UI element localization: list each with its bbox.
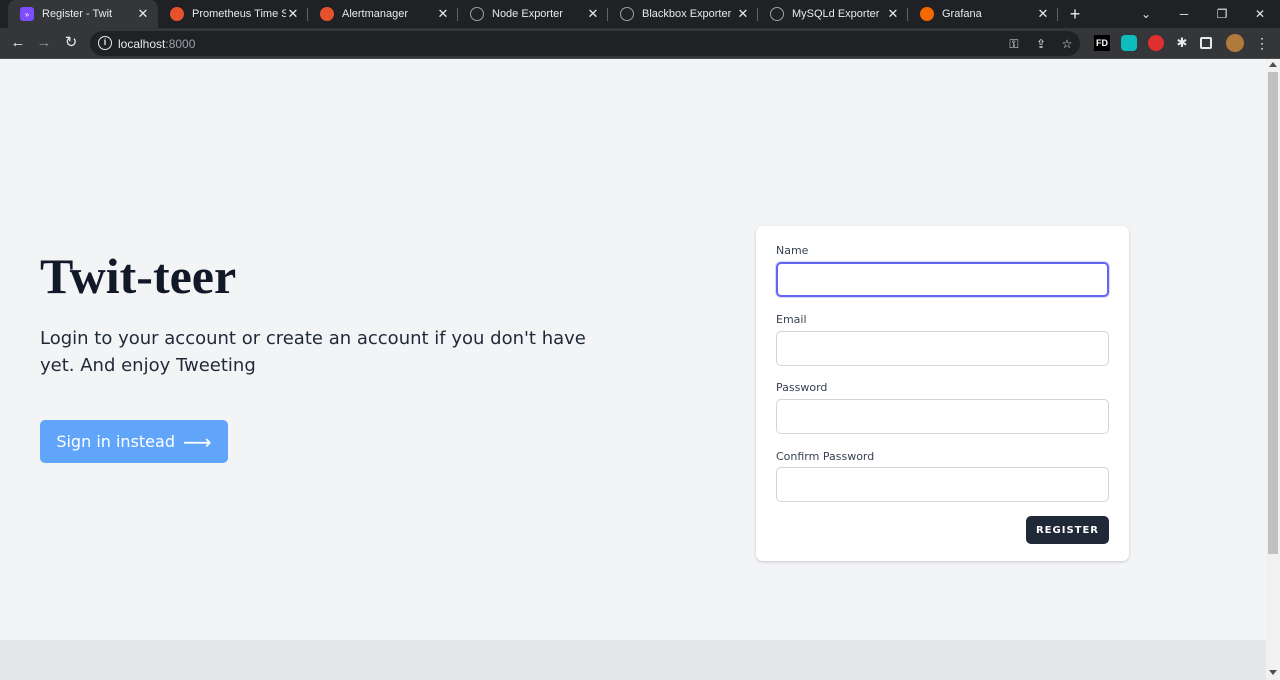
tab-strip: » Register - Twit ✕ Prometheus Time Seri… (0, 0, 1280, 28)
address-bar[interactable]: i localhost:8000 ⚿ ⇪ ☆ (90, 31, 1080, 56)
tab-grafana[interactable]: Grafana ✕ (908, 0, 1058, 28)
sign-in-button[interactable]: Sign in instead ⟶ (40, 420, 228, 463)
password-label: Password (776, 381, 828, 394)
close-icon[interactable]: ✕ (136, 6, 150, 22)
new-tab-icon[interactable]: + (1066, 4, 1084, 24)
forward-arrow-icon[interactable]: → (34, 33, 54, 53)
scroll-up-icon[interactable] (1269, 62, 1277, 67)
window-close-icon[interactable]: ✕ (1242, 0, 1278, 28)
page-footer (0, 640, 1266, 680)
browser-toolbar: ← → ↻ i localhost:8000 ⚿ ⇪ ☆ FD ✱ ⋮ (0, 28, 1280, 59)
tab-title: Alertmanager (342, 8, 409, 20)
back-arrow-icon[interactable]: ← (8, 33, 28, 53)
prometheus-icon (170, 7, 184, 21)
tab-blackbox-exporter[interactable]: Blackbox Exporter ✕ (608, 0, 758, 28)
tab-search-icon[interactable]: ⌄ (1128, 0, 1164, 28)
avatar[interactable] (1226, 34, 1244, 52)
url-text[interactable]: localhost:8000 (118, 37, 195, 51)
sign-in-label: Sign in instead (56, 432, 175, 451)
prometheus-icon (320, 7, 334, 21)
globe-icon (770, 7, 784, 21)
share-icon[interactable]: ⇪ (1033, 36, 1049, 52)
register-form: Name Email Password Confirm Password REG… (756, 226, 1129, 561)
close-icon[interactable]: ✕ (436, 6, 450, 22)
url-host: localhost (118, 37, 166, 51)
tab-title: Register - Twit (42, 8, 113, 20)
tab-prometheus[interactable]: Prometheus Time Seri ✕ (158, 0, 308, 28)
tab-mysqld-exporter[interactable]: MySQLd Exporter ✕ (758, 0, 908, 28)
tab-title: MySQLd Exporter (792, 8, 880, 20)
tab-title: Grafana (942, 8, 982, 20)
key-icon[interactable]: ⚿ (1006, 36, 1022, 52)
tab-title: Node Exporter (492, 8, 563, 20)
bookmark-star-icon[interactable]: ☆ (1059, 36, 1075, 52)
side-panel-icon[interactable] (1200, 37, 1212, 49)
globe-icon (620, 7, 634, 21)
arrow-right-icon: ⟶ (182, 429, 212, 454)
tab-title: Prometheus Time Seri (192, 8, 286, 20)
shield-extension-icon[interactable] (1121, 35, 1137, 51)
close-icon[interactable]: ✕ (286, 6, 300, 22)
url-port: :8000 (165, 37, 196, 51)
email-field[interactable] (776, 331, 1109, 366)
puzzle-extensions-icon[interactable]: ✱ (1174, 35, 1190, 51)
globe-icon (470, 7, 484, 21)
scrollbar-thumb[interactable] (1268, 72, 1278, 554)
close-icon[interactable]: ✕ (586, 6, 600, 22)
page-title: Twit-teer (40, 248, 237, 304)
email-label: Email (776, 313, 807, 326)
minimize-icon[interactable]: ─ (1166, 0, 1202, 28)
site-info-icon[interactable]: i (98, 36, 112, 50)
tab-title: Blackbox Exporter (642, 8, 732, 20)
register-button[interactable]: REGISTER (1026, 516, 1109, 544)
page-subtitle: Login to your account or create an accou… (40, 328, 586, 376)
grafana-icon (920, 7, 934, 21)
close-icon[interactable]: ✕ (886, 6, 900, 22)
scrollbar[interactable] (1266, 60, 1280, 680)
name-field[interactable] (776, 262, 1109, 297)
confirm-password-label: Confirm Password (776, 450, 875, 463)
vite-icon: » (20, 7, 34, 21)
tab-register[interactable]: » Register - Twit ✕ (8, 0, 158, 28)
close-icon[interactable]: ✕ (1036, 6, 1050, 22)
name-label: Name (776, 244, 809, 257)
red-extension-icon[interactable] (1148, 35, 1164, 51)
scroll-down-icon[interactable] (1269, 670, 1277, 675)
more-menu-icon[interactable]: ⋮ (1254, 35, 1270, 51)
close-icon[interactable]: ✕ (736, 6, 750, 22)
tab-alertmanager[interactable]: Alertmanager ✕ (308, 0, 458, 28)
fd-extension-icon[interactable]: FD (1094, 35, 1110, 51)
tab-node-exporter[interactable]: Node Exporter ✕ (458, 0, 608, 28)
restore-icon[interactable]: ❐ (1204, 0, 1240, 28)
password-field[interactable] (776, 399, 1109, 434)
confirm-password-field[interactable] (776, 467, 1109, 502)
reload-icon[interactable]: ↻ (61, 33, 81, 53)
